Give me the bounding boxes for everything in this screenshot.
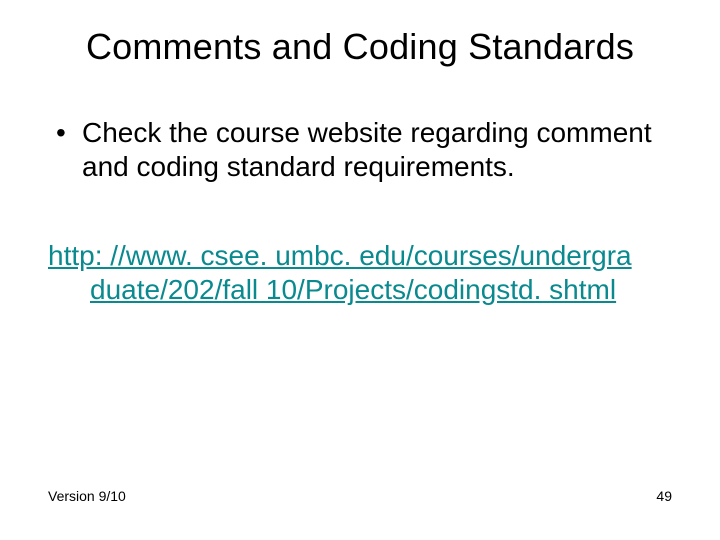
slide-title: Comments and Coding Standards bbox=[48, 26, 672, 68]
version-label: Version 9/10 bbox=[48, 488, 126, 504]
link[interactable]: http: //www. csee. umbc. edu/courses/und… bbox=[48, 239, 672, 306]
link-line-1: http: //www. csee. umbc. edu/courses/und… bbox=[48, 240, 632, 271]
link-line-2: duate/202/fall 10/Projects/codingstd. sh… bbox=[48, 273, 672, 307]
slide: Comments and Coding Standards Check the … bbox=[0, 0, 720, 540]
bullet-text: Check the course website regarding comme… bbox=[82, 117, 652, 182]
bullet-list: Check the course website regarding comme… bbox=[48, 116, 672, 183]
bullet-item: Check the course website regarding comme… bbox=[48, 116, 672, 183]
page-number: 49 bbox=[656, 488, 672, 504]
footer: Version 9/10 49 bbox=[48, 488, 672, 504]
